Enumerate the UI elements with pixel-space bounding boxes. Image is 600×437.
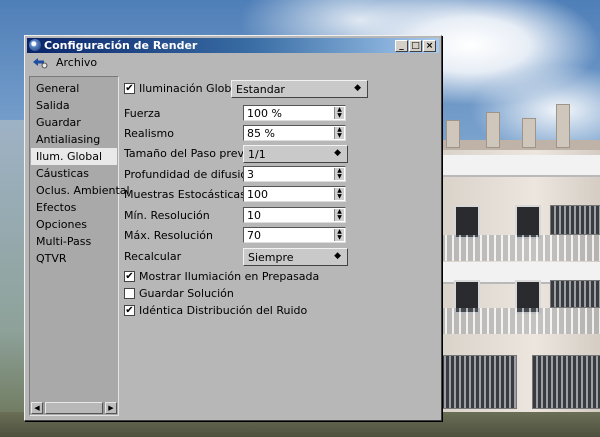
sidebar-item-opciones[interactable]: Opciones [31,216,117,233]
tamano-paso-label: Tamaño del Paso previo [124,147,254,160]
building-band [438,155,600,177]
archivo-menu[interactable]: Archivo [56,56,97,69]
sidebar-item-guardar[interactable]: Guardar [31,114,117,131]
gi-mode-value: Estandar [236,83,285,96]
profundidad-field[interactable]: 3 ▲ ▼ [243,166,346,182]
profundidad-label: Profundidad de difusión [124,168,255,181]
sidebar-item-antialiasing[interactable]: Antialiasing [31,131,117,148]
profundidad-value: 3 [247,168,254,181]
render-settings-window: Configuración de Render _ □ × Archivo Ge… [24,35,442,421]
dropdown-arrow-icon: ◆ [354,83,361,93]
tamano-paso-dropdown[interactable]: 1/1 ◆ [243,145,348,163]
spin-down-icon[interactable]: ▼ [337,234,342,241]
balcony-railing [438,308,600,334]
ground-floor-shutter [440,355,517,409]
realismo-value: 85 % [247,127,275,140]
chimney [486,112,500,148]
tamano-paso-value: 1/1 [248,148,266,161]
spin-down-icon[interactable]: ▼ [337,112,342,119]
building-window [550,205,600,235]
fuerza-value: 100 % [247,107,282,120]
min-resolucion-label: Mín. Resolución [124,209,210,222]
sidebar-item-general[interactable]: General [31,80,117,97]
muestras-value: 100 [247,188,268,201]
sidebar-item-ilum-global[interactable]: Ilum. Global [31,148,117,165]
chimney [522,118,536,148]
spin-down-icon[interactable]: ▼ [337,214,342,221]
horizontal-scrollbar[interactable]: ◀ ▶ [31,402,117,414]
realismo-field[interactable]: 85 % ▲ ▼ [243,125,346,141]
chimney [556,104,570,148]
window-title: Configuración de Render [44,39,198,52]
identica-distribucion-label: Idéntica Distribución del Ruido [139,304,308,317]
sidebar-item-multi-pass[interactable]: Multi-Pass [31,233,117,250]
fuerza-label: Fuerza [124,107,161,120]
spinner-icon[interactable]: ▲ ▼ [334,209,344,221]
sidebar-item-qtvr[interactable]: QTVR [31,250,117,267]
minimize-button[interactable]: _ [395,40,408,52]
spinner-icon[interactable]: ▲ ▼ [334,168,344,180]
global-illumination-panel: ✔ Iluminación Global Estandar ◆ Fuerza 1… [121,76,437,416]
dropdown-arrow-icon: ◆ [334,251,341,261]
archivo-menu-icon[interactable] [32,56,48,69]
max-resolucion-field[interactable]: 70 ▲ ▼ [243,227,346,243]
ground-floor-shutter [532,355,600,409]
mostrar-iluminacion-label: Mostrar Ilumiación en Prepasada [139,270,320,283]
guardar-solucion-label: Guardar Solución [139,287,234,300]
menu-bar: Archivo [27,54,439,71]
recalcular-value: Siempre [248,251,294,264]
spin-down-icon[interactable]: ▼ [337,132,342,139]
muestras-field[interactable]: 100 ▲ ▼ [243,186,346,202]
recalcular-dropdown[interactable]: Siempre ◆ [243,248,348,266]
close-button[interactable]: × [423,40,436,52]
balcony-railing [438,235,600,261]
max-resolucion-value: 70 [247,229,261,242]
sidebar-item-oclus-ambiental[interactable]: Oclus. Ambiental [31,182,130,199]
sidebar-item-salida[interactable]: Salida [31,97,117,114]
scroll-right-icon[interactable]: ▶ [105,402,117,414]
gi-enable-checkbox[interactable]: ✔ [124,83,135,94]
spinner-icon[interactable]: ▲ ▼ [334,229,344,241]
realismo-label: Realismo [124,127,174,140]
mostrar-iluminacion-checkbox[interactable]: ✔ [124,271,135,282]
spinner-icon[interactable]: ▲ ▼ [334,188,344,200]
spin-down-icon[interactable]: ▼ [337,173,342,180]
chimney [446,120,460,148]
sidebar-item-efectos[interactable]: Efectos [31,199,117,216]
identica-distribucion-checkbox[interactable]: ✔ [124,305,135,316]
building-window [515,205,541,239]
spinner-icon[interactable]: ▲ ▼ [334,107,344,119]
min-resolucion-value: 10 [247,209,261,222]
app-icon [29,39,41,51]
building-window [454,205,480,239]
title-bar[interactable]: Configuración de Render _ □ × [27,38,439,53]
spinner-icon[interactable]: ▲ ▼ [334,127,344,139]
max-resolucion-label: Máx. Resolución [124,229,213,242]
gi-mode-dropdown[interactable]: Estandar ◆ [231,80,368,98]
guardar-solucion-checkbox[interactable] [124,288,135,299]
building-window [550,280,600,308]
gi-enable-label: Iluminación Global [139,82,242,95]
background-left-edge [0,120,25,420]
scrollbar-thumb[interactable] [45,402,103,414]
spin-down-icon[interactable]: ▼ [337,193,342,200]
fuerza-field[interactable]: 100 % ▲ ▼ [243,105,346,121]
sidebar-item-causticas[interactable]: Cáusticas [31,165,117,182]
recalcular-label: Recalcular [124,250,182,263]
min-resolucion-field[interactable]: 10 ▲ ▼ [243,207,346,223]
muestras-label: Muestras Estocásticas [124,188,246,201]
maximize-button[interactable]: □ [409,40,422,52]
dropdown-arrow-icon: ◆ [334,148,341,158]
settings-category-list: General Salida Guardar Antialiasing Ilum… [29,76,130,416]
scroll-left-icon[interactable]: ◀ [31,402,43,414]
